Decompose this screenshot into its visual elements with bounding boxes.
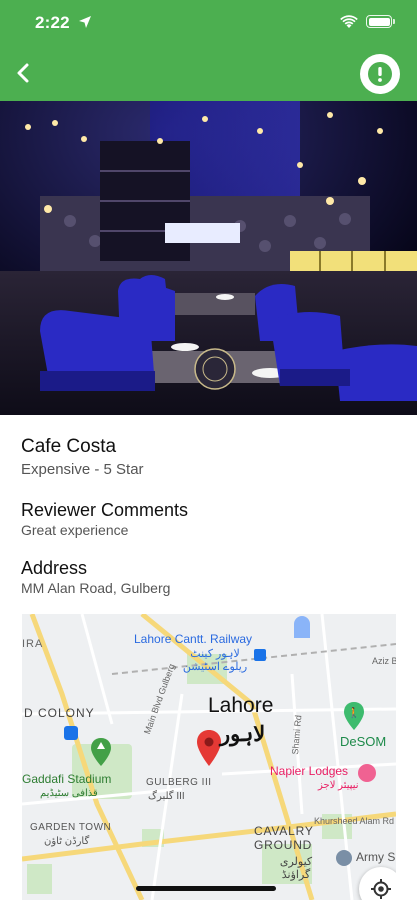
alert-icon: [368, 62, 392, 86]
home-indicator: [136, 886, 276, 891]
address-value: MM Alan Road, Gulberg: [21, 580, 171, 596]
svg-text:🚶: 🚶: [348, 706, 360, 719]
app-header: 2:22: [0, 0, 417, 101]
map-label-napier-urdu: نیپیئر لاجز: [318, 780, 359, 791]
chevron-left-icon: [17, 63, 29, 83]
map-label-napier: Napier Lodges: [270, 764, 349, 778]
status-bar: 2:22: [0, 0, 417, 46]
address-section: Address MM Alan Road, Gulberg: [21, 557, 170, 597]
map-label-stadium-urdu: قذافی سٹیڈیم: [40, 788, 98, 799]
map-label-ira: IRA: [22, 638, 44, 650]
hotel-icon: [358, 764, 376, 782]
place-details: Cafe Costa Expensive - 5 Star: [21, 436, 401, 480]
restaurant-photo: [0, 101, 417, 415]
report-button[interactable]: [360, 54, 400, 94]
map-label-garden-town-urdu: گارڈن ٹاؤن: [44, 836, 90, 847]
map-label-aziz: Aziz Bh: [372, 656, 396, 666]
crosshair-icon: [371, 879, 391, 899]
place-name: Cafe Costa: [21, 436, 117, 457]
map-label-cavalry-urdu: کیولری گراؤنڈ: [279, 856, 313, 881]
comments-title: Reviewer Comments: [21, 500, 189, 520]
map-label-garden-town: GARDEN TOWN: [30, 822, 112, 833]
place-price-rating: Expensive - 5 Star: [21, 461, 144, 478]
map-label-army: Army S: [356, 850, 396, 864]
location-arrow-icon: [79, 16, 91, 28]
status-time: 2:22: [35, 13, 70, 32]
map-label-gulberg: GULBERG III: [146, 777, 212, 788]
location-map[interactable]: 🚶 IRA Lahore Cantt. Railway لاہور کینٹ ر…: [22, 614, 396, 900]
comments-value: Great experience: [21, 522, 129, 538]
map-label-city: Lahore: [208, 694, 274, 717]
back-button[interactable]: [8, 58, 38, 88]
map-label-railway-urdu: لاہور کینٹ ریلوے اسٹیشن: [182, 648, 248, 673]
map-label-desom: DeSOM: [340, 734, 387, 749]
map-label-colony: D COLONY: [24, 706, 95, 720]
address-title: Address: [21, 558, 88, 578]
school-icon: [336, 850, 352, 866]
map-label-gulberg-urdu: گلبرگ III: [148, 791, 185, 802]
battery-cap: [393, 19, 395, 24]
wifi-icon: [340, 15, 358, 28]
comments-section: Reviewer Comments Great experience: [21, 499, 188, 539]
map-label-railway: Lahore Cantt. Railway: [134, 632, 253, 646]
map-label-cavalry: CAVALRY GROUND: [254, 824, 314, 852]
park-pin-icon: [91, 738, 111, 766]
battery-icon: [366, 15, 392, 28]
map-label-city-urdu: لاہور: [220, 723, 266, 746]
hospital-pin-icon: 🚶: [344, 702, 364, 730]
map-label-stadium: Gaddafi Stadium: [22, 772, 112, 786]
map-pin-icon: [197, 730, 221, 766]
